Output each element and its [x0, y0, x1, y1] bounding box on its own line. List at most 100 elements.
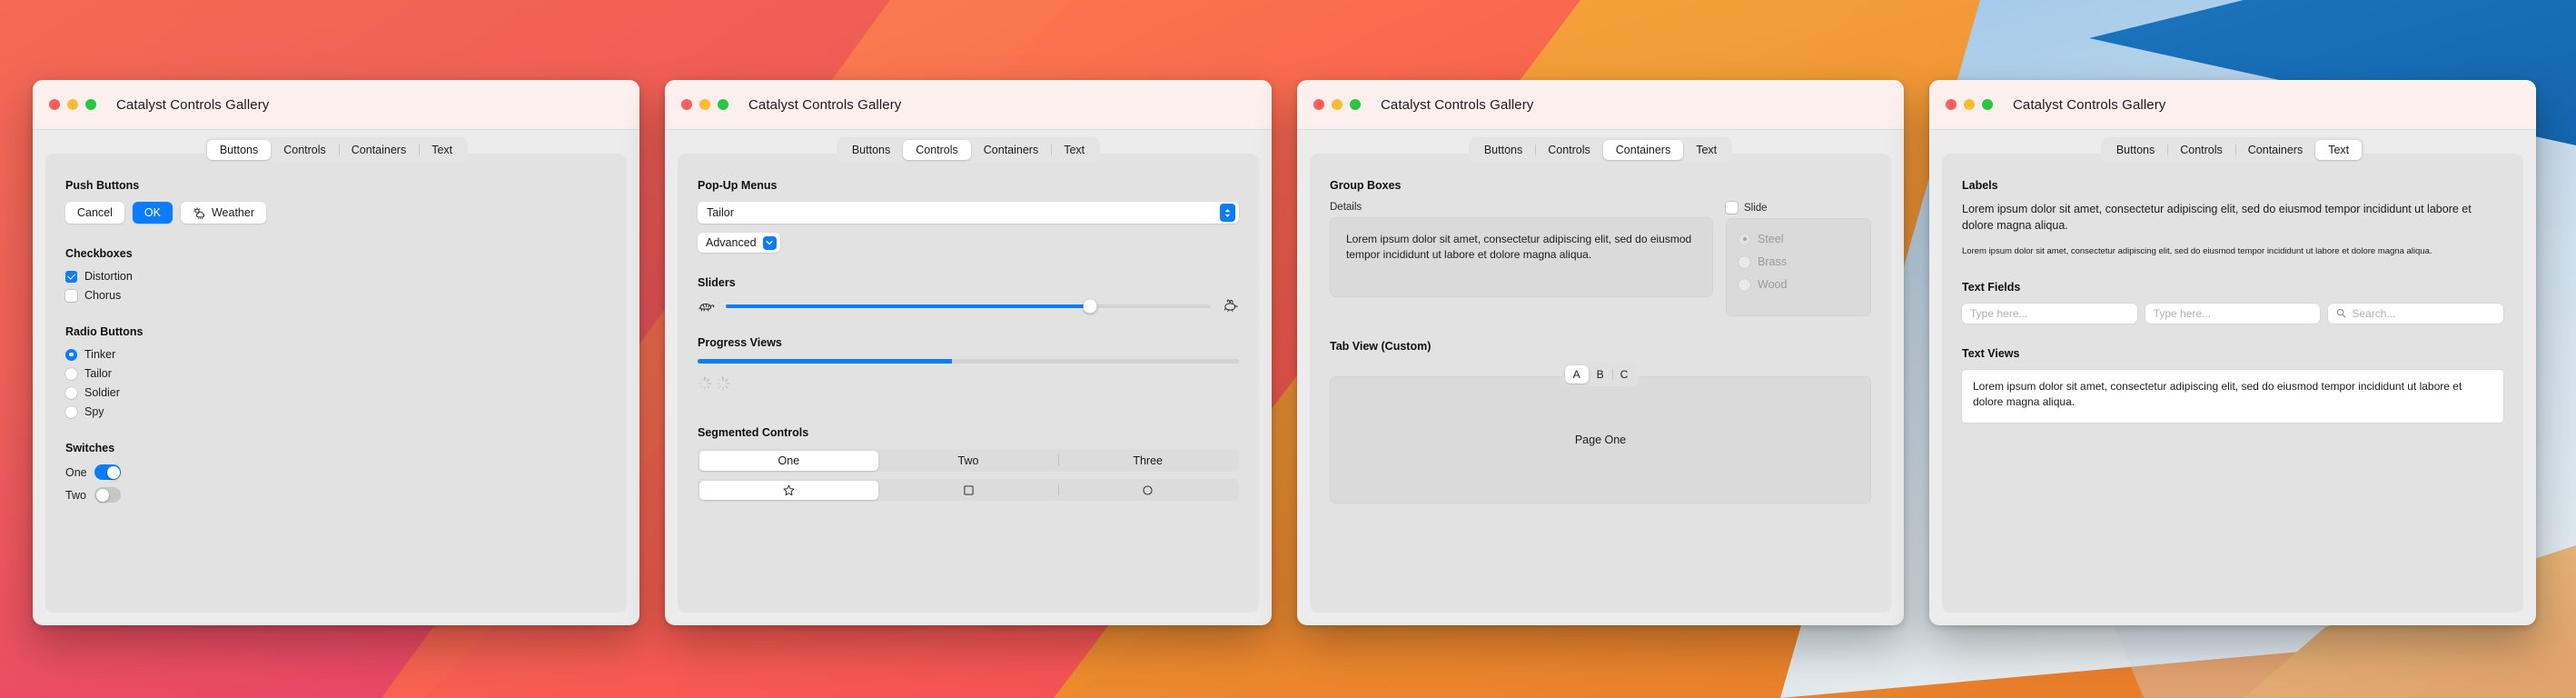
radio-tailor-label: Tailor: [84, 367, 112, 380]
radio-icon[interactable]: [65, 405, 77, 418]
tab-controls[interactable]: Controls: [1535, 140, 1603, 160]
push-buttons-row: Cancel OK Weather: [65, 202, 607, 224]
close-button[interactable]: [681, 99, 692, 110]
text-field-one[interactable]: Type here...: [1962, 303, 2137, 324]
cancel-button-label: Cancel: [77, 206, 113, 219]
radio-steel-label: Steel: [1758, 233, 1784, 245]
tab-text[interactable]: Text: [1051, 140, 1097, 160]
segment-one[interactable]: One: [698, 450, 879, 471]
tab-text[interactable]: Text: [2315, 140, 2363, 160]
group-box-slide: Slide Steel Brass Wood: [1726, 202, 1871, 316]
group-box-details-label: Details: [1330, 202, 1362, 213]
content-panel-containers: Group Boxes Details Lorem ipsum dolor si…: [1310, 154, 1891, 613]
text-fields-row: Type here... Type here... Search...: [1962, 303, 2504, 324]
radio-icon[interactable]: [65, 367, 77, 380]
window-title: Catalyst Controls Gallery: [748, 96, 902, 113]
radio-soldier[interactable]: Soldier: [65, 386, 607, 399]
checkbox-slide-icon[interactable]: [1726, 202, 1738, 214]
close-button[interactable]: [49, 99, 60, 110]
close-button[interactable]: [1313, 99, 1324, 110]
cancel-button[interactable]: Cancel: [65, 202, 124, 224]
group-box-slide-header[interactable]: Slide: [1726, 202, 1871, 214]
tab-text[interactable]: Text: [1683, 140, 1729, 160]
radio-icon-selected[interactable]: [65, 348, 77, 361]
slider-knob[interactable]: [1083, 299, 1096, 313]
segment-circle-icon[interactable]: [1057, 481, 1238, 500]
checkbox-distortion[interactable]: Distortion: [65, 270, 607, 283]
radio-tailor[interactable]: Tailor: [65, 367, 607, 380]
chevron-down-icon[interactable]: [762, 235, 777, 250]
segmented-control-icons: [698, 479, 1239, 501]
square-icon: [963, 484, 974, 495]
checkbox-icon-checked[interactable]: [65, 270, 77, 283]
window-buttons[interactable]: Catalyst Controls Gallery Buttons Contro…: [33, 80, 639, 625]
window-title: Catalyst Controls Gallery: [116, 96, 270, 113]
sun-cloud-icon: [193, 206, 204, 219]
section-checkboxes: Checkboxes Distortion Chorus: [65, 247, 607, 302]
tab-controls[interactable]: Controls: [271, 140, 339, 160]
titlebar[interactable]: Catalyst Controls Gallery: [33, 80, 639, 130]
window-text[interactable]: Catalyst Controls Gallery Buttons Contro…: [1929, 80, 2536, 625]
tab-buttons[interactable]: Buttons: [206, 140, 272, 160]
zoom-button[interactable]: [1350, 99, 1361, 110]
tab-buttons[interactable]: Buttons: [2104, 140, 2167, 160]
radio-spy[interactable]: Spy: [65, 405, 607, 418]
traffic-lights: [1313, 99, 1361, 110]
radio-spy-label: Spy: [84, 405, 104, 418]
switch-one[interactable]: [94, 464, 121, 480]
radio-icon[interactable]: [65, 386, 77, 399]
checkbox-icon-unchecked[interactable]: [65, 289, 77, 302]
popup-menu-wide[interactable]: Tailor: [698, 202, 1239, 224]
tab-view-tab-a[interactable]: A: [1564, 365, 1589, 384]
segment-three[interactable]: Three: [1057, 451, 1238, 471]
tab-text[interactable]: Text: [419, 140, 465, 160]
segment-star-icon[interactable]: [698, 480, 879, 500]
popup-menu-small[interactable]: Advanced: [698, 233, 780, 253]
zoom-button[interactable]: [718, 99, 728, 110]
titlebar[interactable]: Catalyst Controls Gallery: [1297, 80, 1904, 130]
minimize-button[interactable]: [699, 99, 710, 110]
switch-two[interactable]: [94, 487, 121, 503]
tab-containers[interactable]: Containers: [2234, 140, 2315, 160]
close-button[interactable]: [1946, 99, 1957, 110]
radio-steel: Steel: [1739, 231, 1858, 247]
radio-tinker[interactable]: Tinker: [65, 348, 607, 361]
weather-button[interactable]: Weather: [180, 202, 266, 224]
tab-containers[interactable]: Containers: [1602, 140, 1684, 160]
tab-containers[interactable]: Containers: [971, 140, 1051, 160]
chevron-updown-icon[interactable]: [1220, 204, 1235, 222]
star-icon: [783, 484, 795, 495]
titlebar[interactable]: Catalyst Controls Gallery: [1929, 80, 2536, 130]
sliders-title: Sliders: [698, 276, 736, 289]
checkbox-chorus[interactable]: Chorus: [65, 289, 607, 302]
search-field[interactable]: Search...: [2328, 303, 2504, 324]
segment-two[interactable]: Two: [878, 451, 1058, 471]
content-panel-buttons: Push Buttons Cancel OK Weather Checkboxe…: [45, 154, 627, 613]
window-controls[interactable]: Catalyst Controls Gallery Buttons Contro…: [665, 80, 1272, 625]
segmented-controls-title: Segmented Controls: [698, 426, 809, 439]
group-box-slide-body: Steel Brass Wood: [1726, 218, 1871, 316]
zoom-button[interactable]: [85, 99, 96, 110]
tab-controls[interactable]: Controls: [2167, 140, 2235, 160]
window-containers[interactable]: Catalyst Controls Gallery Buttons Contro…: [1297, 80, 1904, 625]
tab-controls[interactable]: Controls: [903, 140, 971, 160]
section-radio-buttons: Radio Buttons Tinker Tailor Soldier Spy: [65, 325, 607, 418]
text-views-title: Text Views: [1962, 346, 2020, 360]
tab-view-tab-c[interactable]: C: [1611, 365, 1637, 384]
titlebar[interactable]: Catalyst Controls Gallery: [665, 80, 1272, 130]
minimize-button[interactable]: [67, 99, 78, 110]
segment-square-icon[interactable]: [878, 481, 1058, 500]
minimize-button[interactable]: [1332, 99, 1342, 110]
text-field-two[interactable]: Type here...: [2145, 303, 2321, 324]
tab-view-tab-b[interactable]: B: [1589, 365, 1612, 384]
text-view[interactable]: Lorem ipsum dolor sit amet, consectetur …: [1962, 369, 2503, 423]
minimize-button[interactable]: [1964, 99, 1975, 110]
zoom-button[interactable]: [1982, 99, 1993, 110]
segmented-control-text: One Two Three: [698, 449, 1239, 472]
tab-containers[interactable]: Containers: [338, 140, 419, 160]
ok-button[interactable]: OK: [132, 202, 173, 224]
tab-buttons[interactable]: Buttons: [1471, 140, 1535, 160]
slider-track[interactable]: [726, 299, 1211, 313]
tortoise-icon: [698, 303, 715, 311]
tab-buttons[interactable]: Buttons: [839, 140, 903, 160]
